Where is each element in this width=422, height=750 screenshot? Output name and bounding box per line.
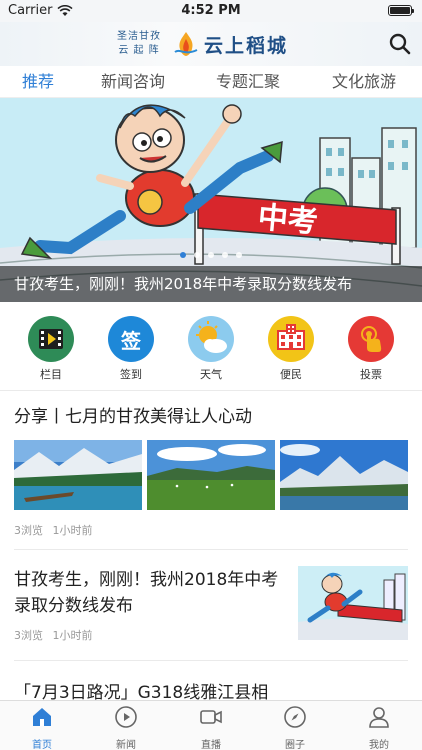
vote-icon xyxy=(348,316,394,362)
quick-link-label: 投票 xyxy=(360,368,382,381)
banner-carousel[interactable]: 中考 甘孜考生，刚刚！我州2018年中考录取分数线发布 xyxy=(0,98,422,302)
view-count: 3浏览 xyxy=(14,524,43,537)
nav-label: 新闻 xyxy=(116,740,136,750)
category-tabs: 推荐 新闻咨询 专题汇聚 文化旅游 xyxy=(0,66,422,98)
article-image-mountains xyxy=(280,440,408,510)
battery-icon xyxy=(388,5,414,16)
nav-label: 我的 xyxy=(369,740,389,750)
camera-icon xyxy=(200,710,222,724)
article-divider xyxy=(14,660,408,661)
play-icon xyxy=(115,706,137,728)
sign-in-icon: 签 xyxy=(108,316,154,362)
article-image-row[interactable] xyxy=(14,440,408,510)
article-title[interactable]: 甘孜考生，刚刚！我州2018年中考录取分数线发布 xyxy=(14,567,284,619)
logo-flame-icon xyxy=(174,32,198,56)
article-image-lake xyxy=(14,440,142,510)
nav-label: 圈子 xyxy=(285,740,305,750)
banner-caption[interactable]: 甘孜考生，刚刚！我州2018年中考录取分数线发布 xyxy=(14,273,352,294)
view-count: 3浏览 xyxy=(14,629,43,642)
nav-live[interactable]: 直播 xyxy=(181,705,241,750)
carousel-dot[interactable] xyxy=(236,252,242,258)
quick-link-label: 栏目 xyxy=(40,368,62,381)
quick-link-vote[interactable]: 投票 xyxy=(336,316,406,382)
article-title[interactable]: 分享丨七月的甘孜美得让人心动 xyxy=(14,402,252,427)
tab-culture-travel[interactable]: 文化旅游 xyxy=(332,66,396,98)
carousel-dot[interactable] xyxy=(222,252,228,258)
article-meta: 3浏览 1小时前 xyxy=(14,627,93,643)
bottom-tab-bar: 首页 新闻 直播 圈子 我的 xyxy=(0,700,422,750)
quick-link-label: 天气 xyxy=(200,368,222,381)
slogan-line-2: 云 起 阵 xyxy=(118,45,160,56)
article-image-grassland xyxy=(147,440,275,510)
carousel-dots[interactable] xyxy=(0,252,422,258)
nav-label: 首页 xyxy=(32,740,52,750)
tab-topics[interactable]: 专题汇聚 xyxy=(216,66,280,98)
nav-news[interactable]: 新闻 xyxy=(96,705,156,750)
article-thumbnail[interactable] xyxy=(298,566,408,640)
status-bar: Carrier 4:52 PM xyxy=(0,0,422,22)
quick-link-label: 便民 xyxy=(280,368,302,381)
home-icon xyxy=(33,708,51,726)
search-icon[interactable] xyxy=(388,32,412,56)
nav-home[interactable]: 首页 xyxy=(12,705,72,750)
weather-icon xyxy=(188,316,234,362)
quick-links: 栏目 签 签到 天气 便民 投票 xyxy=(0,302,422,390)
section-divider xyxy=(0,390,422,391)
header-slogan: 圣洁甘孜 云 起 阵 xyxy=(108,30,170,58)
app-header: 圣洁甘孜 云 起 阵 云上稻城 xyxy=(0,22,422,66)
quick-link-weather[interactable]: 天气 xyxy=(176,316,246,382)
service-icon xyxy=(268,316,314,362)
nav-profile[interactable]: 我的 xyxy=(349,705,409,750)
tab-recommend[interactable]: 推荐 xyxy=(22,66,54,98)
publish-time: 1小时前 xyxy=(52,524,93,537)
quick-link-column[interactable]: 栏目 xyxy=(16,316,86,382)
status-time: 4:52 PM xyxy=(181,3,241,18)
logo-text: 云上稻城 xyxy=(204,35,289,57)
carousel-dot[interactable] xyxy=(180,252,186,258)
quick-link-service[interactable]: 便民 xyxy=(256,316,326,382)
user-icon xyxy=(369,707,389,728)
article-meta: 3浏览 1小时前 xyxy=(14,522,93,538)
slogan-line-1: 圣洁甘孜 xyxy=(117,31,161,42)
quick-link-label: 签到 xyxy=(120,368,142,381)
article-divider xyxy=(14,549,408,550)
battery-fill xyxy=(390,7,410,14)
compass-icon xyxy=(284,706,306,728)
sign-in-glyph: 签 xyxy=(121,328,141,353)
tab-news[interactable]: 新闻咨询 xyxy=(101,66,165,98)
publish-time: 1小时前 xyxy=(52,629,93,642)
carousel-dot[interactable] xyxy=(208,252,214,258)
carousel-dot[interactable] xyxy=(194,252,200,258)
video-column-icon xyxy=(28,316,74,362)
nav-label: 直播 xyxy=(201,740,221,750)
nav-circle[interactable]: 圈子 xyxy=(265,705,325,750)
quick-link-sign-in[interactable]: 签 签到 xyxy=(96,316,166,382)
banner-image-text: 中考 xyxy=(256,200,319,240)
